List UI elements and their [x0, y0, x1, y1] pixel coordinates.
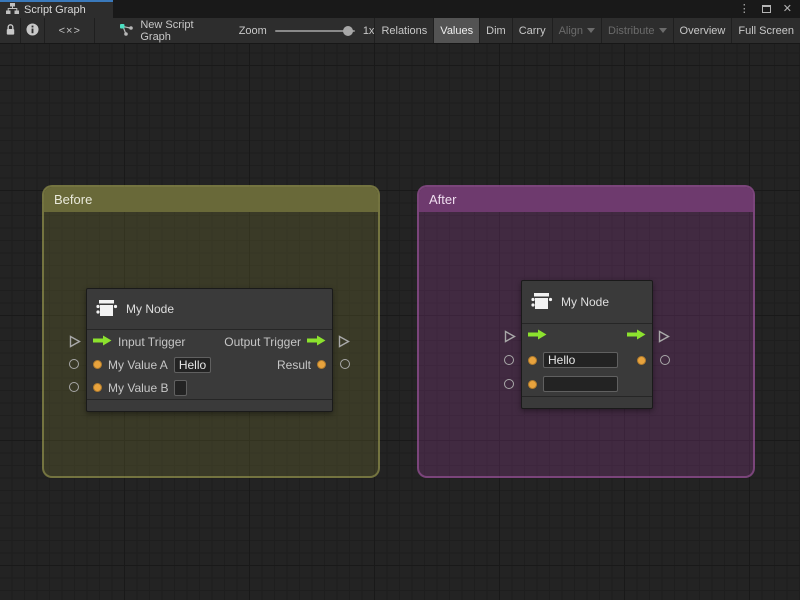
close-icon[interactable]: ✕ — [783, 4, 792, 15]
port-label: My Value B — [108, 381, 168, 395]
zoom-slider-handle[interactable] — [343, 26, 353, 36]
graph-toolbar: <×> New Script Graph Zoom 1x Relations V… — [0, 18, 800, 44]
node-footer — [87, 399, 332, 411]
value-output-port[interactable] — [317, 360, 326, 369]
chevron-down-icon — [587, 28, 595, 33]
external-value-output[interactable] — [660, 355, 670, 365]
value-b-field[interactable] — [543, 376, 618, 392]
relations-label: Relations — [381, 25, 427, 37]
group-before-title: Before — [54, 192, 92, 207]
external-value-input[interactable] — [69, 359, 79, 369]
overview-label: Overview — [680, 25, 726, 37]
port-label: My Value A — [108, 358, 168, 372]
align-label: Align — [559, 25, 583, 37]
port-label: Result — [277, 358, 311, 372]
value-input-port[interactable] — [528, 356, 537, 365]
relations-button[interactable]: Relations — [374, 18, 433, 43]
external-value-input[interactable] — [504, 379, 514, 389]
window-controls: ⋮ ✕ — [739, 0, 800, 18]
node-my-node-before[interactable]: My Node Input Trigger Output Trigger My … — [86, 288, 333, 412]
full-screen-button[interactable]: Full Screen — [731, 18, 800, 43]
distribute-label: Distribute — [608, 25, 654, 37]
inspect-button[interactable] — [21, 18, 45, 43]
node-my-node-after[interactable]: My Node Hello — [521, 280, 653, 409]
group-after-header[interactable]: After — [419, 187, 753, 212]
zoom-value: 1x — [363, 25, 375, 37]
port-row: My Value A Hello Result — [87, 353, 332, 376]
value-input-port[interactable] — [93, 383, 102, 392]
port-row — [522, 372, 652, 396]
flow-input-port[interactable] — [93, 335, 112, 349]
zoom-label: Zoom — [239, 25, 267, 37]
value-a-field[interactable]: Hello — [174, 357, 211, 373]
window-tab-bar: Script Graph ⋮ ✕ — [0, 0, 800, 18]
graph-icon — [119, 23, 134, 39]
info-icon — [26, 23, 39, 39]
chevron-down-icon — [659, 28, 667, 33]
preview-code-button[interactable]: <×> — [45, 18, 95, 43]
graph-title-button[interactable]: New Script Graph — [113, 18, 216, 43]
external-flow-input[interactable] — [69, 335, 81, 351]
values-label: Values — [440, 25, 473, 37]
value-b-field[interactable] — [174, 380, 187, 396]
full-screen-label: Full Screen — [738, 25, 794, 37]
maximize-icon[interactable] — [762, 5, 771, 13]
overview-button[interactable]: Overview — [673, 18, 732, 43]
port-row: Hello — [522, 348, 652, 372]
zoom-control: Zoom 1x — [239, 18, 375, 43]
align-dropdown[interactable]: Align — [552, 18, 601, 43]
group-before-header[interactable]: Before — [44, 187, 378, 212]
graph-name-label: New Script Graph — [140, 19, 210, 43]
dim-button[interactable]: Dim — [479, 18, 512, 43]
zoom-slider[interactable] — [275, 30, 355, 32]
tab-script-graph[interactable]: Script Graph — [0, 0, 113, 18]
port-label: Input Trigger — [118, 335, 185, 349]
node-header[interactable]: My Node — [522, 281, 652, 324]
external-value-output[interactable] — [340, 359, 350, 369]
view-options: Relations Values Dim Carry Align Distrib… — [374, 18, 800, 43]
script-graph-icon — [6, 3, 19, 17]
value-output-port[interactable] — [637, 356, 646, 365]
port-row: My Value B — [87, 376, 332, 399]
dim-label: Dim — [486, 25, 506, 37]
port-row — [522, 324, 652, 348]
port-label: Output Trigger — [224, 335, 301, 349]
external-flow-output[interactable] — [338, 335, 350, 351]
flow-output-port[interactable] — [307, 335, 326, 349]
unit-icon — [96, 298, 118, 321]
group-after-title: After — [429, 192, 456, 207]
external-value-input[interactable] — [504, 355, 514, 365]
external-flow-input[interactable] — [504, 330, 516, 346]
node-title: My Node — [561, 295, 609, 309]
flow-output-port[interactable] — [627, 329, 646, 343]
window-menu-icon[interactable]: ⋮ — [739, 4, 750, 15]
node-title: My Node — [126, 302, 174, 316]
carry-label: Carry — [519, 25, 546, 37]
lock-icon — [4, 23, 17, 39]
tab-title: Script Graph — [24, 4, 86, 16]
node-footer — [522, 396, 652, 408]
external-flow-output[interactable] — [658, 330, 670, 346]
node-header[interactable]: My Node — [87, 289, 332, 330]
flow-input-port[interactable] — [528, 329, 547, 343]
external-value-input[interactable] — [69, 382, 79, 392]
value-input-port[interactable] — [93, 360, 102, 369]
values-button[interactable]: Values — [433, 18, 479, 43]
value-input-port[interactable] — [528, 380, 537, 389]
carry-button[interactable]: Carry — [512, 18, 552, 43]
port-row: Input Trigger Output Trigger — [87, 330, 332, 353]
distribute-dropdown[interactable]: Distribute — [601, 18, 672, 43]
graph-canvas[interactable]: Before After My Node — [0, 44, 800, 600]
unit-icon — [531, 291, 553, 314]
value-a-field[interactable]: Hello — [543, 352, 618, 368]
lock-button[interactable] — [0, 18, 21, 43]
